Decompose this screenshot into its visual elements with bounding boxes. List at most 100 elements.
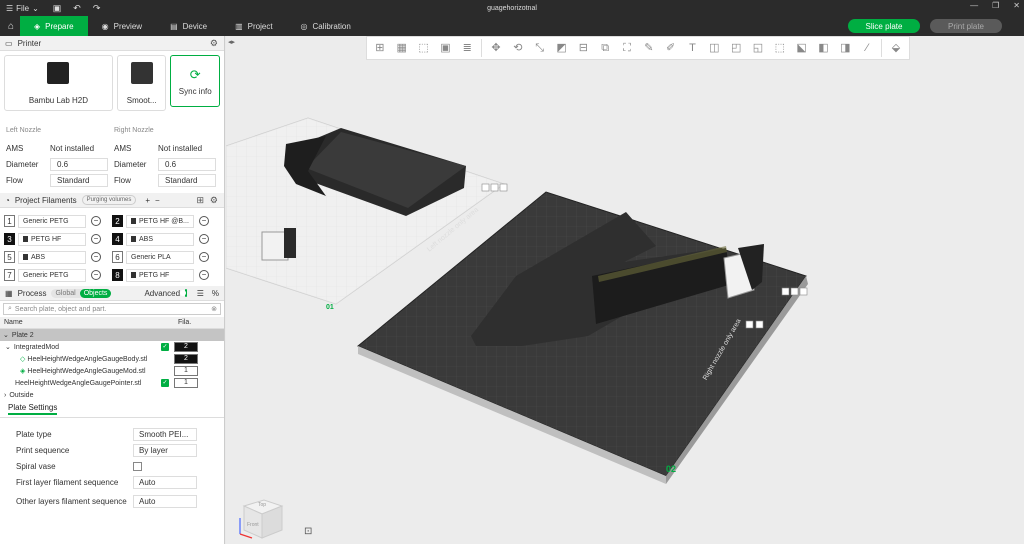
gear-icon[interactable]: ⚙ [210,38,218,49]
filament-select[interactable]: Generic PETG [18,268,86,282]
first-layer-select[interactable]: Auto [133,475,197,489]
purging-volumes-button[interactable]: Purging volumes [81,195,137,205]
filament-slot[interactable]: 8 PETG HF − [112,268,220,282]
right-nozzle-title: Right Nozzle [114,127,154,134]
plate-type-card[interactable]: Smoot... [116,55,167,111]
plate-settings-tab[interactable]: Plate Settings [0,401,224,415]
tab-preview[interactable]: ◉ Preview [88,16,156,36]
tab-label: Preview [113,21,143,31]
remove-filament-icon[interactable]: − [91,252,101,262]
project-icon: ▥ [235,21,243,31]
diameter-value: 0.6 [57,159,69,169]
object-search-input[interactable]: ⌕ Search plate, object and part. ⊗ [3,303,221,315]
slice-plate-label: Slice plate [865,21,903,31]
filament-number: 4 [112,233,123,245]
print-sequence-select[interactable]: By layer [133,443,197,457]
ams-label: AMS [6,143,24,153]
home-icon[interactable]: ⌂ [0,21,20,32]
printer-model-card[interactable]: Bambu Lab H2D [4,55,113,111]
first-layer-label: First layer filament sequence [16,477,119,487]
tree-row-plate[interactable]: ⌄ Plate 2 [0,329,224,341]
minimize-icon[interactable]: — [970,1,978,10]
filament-slot[interactable]: 2 PETG HF @B... − [112,214,220,228]
percent-icon[interactable]: % [212,289,219,298]
remove-filament-icon[interactable]: − [91,216,101,226]
filament-slot[interactable]: 3 PETG HF − [4,232,112,246]
global-option[interactable]: Global [51,289,79,298]
filament-select[interactable]: PETG HF [18,232,86,246]
filament-number: 8 [112,269,123,281]
filament-box[interactable]: 2 [174,354,198,364]
other-layers-select[interactable]: Auto [133,494,197,508]
add-icon[interactable]: + [145,196,150,205]
visibility-checkbox[interactable]: ✓ [161,379,169,387]
diameter-select[interactable]: 0.6 [158,157,216,171]
flow-value: Standard [57,175,90,185]
filament-slot[interactable]: 1 Generic PETG − [4,214,112,228]
plate-type-select[interactable]: Smooth PEI... [133,427,197,441]
tree-row-object[interactable]: ⌄ IntegratedMod ✓ 2 [0,341,224,353]
filament-box[interactable]: 1 [174,366,198,376]
filament-select[interactable]: PETG HF @B... [126,214,194,228]
view-cube[interactable]: Top Front [236,494,286,540]
spiral-vase-checkbox[interactable] [133,461,142,471]
tab-calibration[interactable]: ◎ Calibration [287,16,365,36]
remove-icon[interactable]: − [155,196,160,205]
filament-select[interactable]: PETG HF [126,268,194,282]
process-scope-toggle[interactable]: Global Objects [51,288,112,298]
visibility-checkbox[interactable]: ✓ [161,343,169,351]
tab-device[interactable]: ▤ Device [156,16,221,36]
filament-select[interactable]: Generic PLA [126,250,194,264]
print-plate-button[interactable]: Print plate [930,19,1002,33]
left-nozzle-panel: Left Nozzle AMS Not installed Diameter 0.6… [4,125,112,191]
diameter-select[interactable]: 0.6 [50,157,108,171]
print-sequence-value: By layer [139,445,168,455]
objects-option[interactable]: Objects [79,288,112,298]
remove-filament-icon[interactable]: − [199,216,209,226]
3d-viewport[interactable]: ◂▸ ⊞ ▦ ⬚ ▣ ≣ ✥ ⟲ ⤡ ◩ ⊟ ⧉ ⛶ ✎ ✐ T ◫ ◰ ◱ ⬚… [226,36,1024,544]
remove-filament-icon[interactable]: − [199,234,209,244]
tab-label: Project [247,21,273,31]
filament-box[interactable]: 1 [174,378,198,388]
collapse-icon[interactable]: ⌄ [0,331,9,339]
flow-select[interactable]: Standard [50,173,108,187]
sync-icon: ⟳ [189,66,201,82]
filament-box[interactable]: 2 [174,342,198,352]
tab-prepare[interactable]: ◈ Prepare [20,16,88,36]
zoom-fit-icon[interactable]: ⊡ [304,526,312,537]
process-title: Process [17,288,47,298]
slice-plate-button[interactable]: Slice plate [848,19,920,33]
filament-name: ABS [31,253,46,261]
remove-filament-icon[interactable]: − [91,234,101,244]
remove-filament-icon[interactable]: − [91,270,101,280]
maximize-icon[interactable]: ❐ [992,1,999,10]
close-icon[interactable]: ✕ [1013,1,1020,10]
filament-select[interactable]: ABS [18,250,86,264]
list-icon[interactable]: ☰ [197,289,204,298]
filament-select[interactable]: Generic PETG [18,214,86,228]
filament-select[interactable]: ABS [126,232,194,246]
advanced-toggle[interactable] [180,289,187,297]
other-layers-label: Other layers filament sequence [16,496,127,506]
filaments-section-header: ◔ Project Filaments Purging volumes + − … [0,193,224,208]
flow-select[interactable]: Standard [158,173,216,187]
printer-icon: ▭ [5,38,13,48]
gear-icon[interactable]: ⚙ [210,195,218,206]
filament-slot[interactable]: 7 Generic PETG − [4,268,112,282]
collapse-icon[interactable]: ⌄ [0,343,11,351]
tree-row-part[interactable]: ◈ HeelHeightWedgeAngleGaugeMod.stl 1 [0,365,224,377]
filament-sync-icon[interactable]: ⊞ [196,195,204,206]
clear-icon[interactable]: ⊗ [211,305,217,313]
filament-slot[interactable]: 5 ABS − [4,250,112,264]
filament-slot[interactable]: 4 ABS − [112,232,220,246]
filament-slot[interactable]: 6 Generic PLA − [112,250,220,264]
remove-filament-icon[interactable]: − [199,252,209,262]
tree-row-part[interactable]: ◇ HeelHeightWedgeAngleGaugeBody.stl 2 [0,353,224,365]
tree-row-object[interactable]: HeelHeightWedgeAngleGaugePointer.stl ✓ 1 [0,377,224,389]
sync-info-button[interactable]: ⟳ Sync info [170,55,220,107]
filaments-title: Project Filaments [14,195,77,205]
tree-row-outside[interactable]: › Outside [0,389,224,401]
remove-filament-icon[interactable]: − [199,270,209,280]
filament-name: Generic PETG [23,271,69,279]
tab-project[interactable]: ▥ Project [221,16,286,36]
